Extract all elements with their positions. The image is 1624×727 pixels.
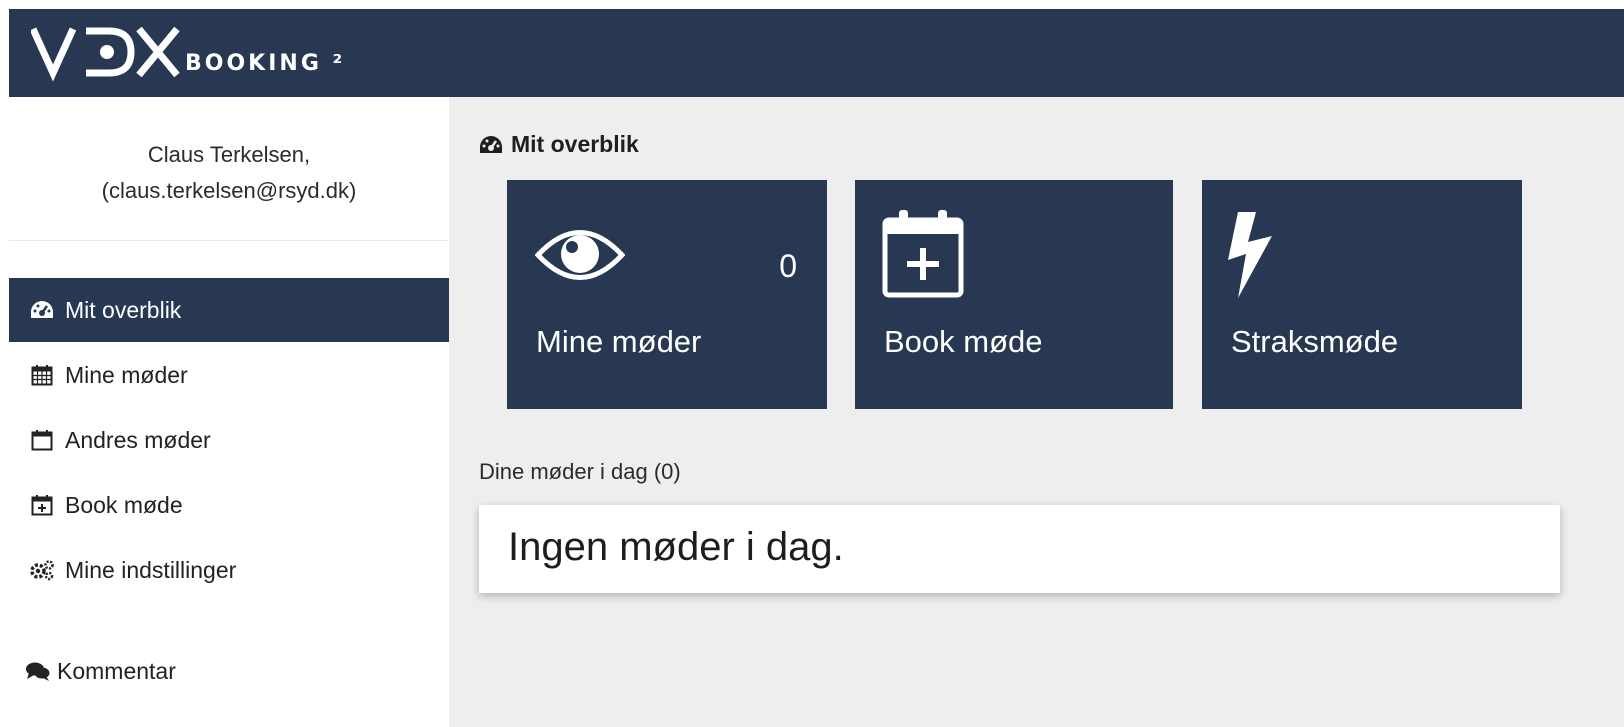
tile-mine-moder[interactable]: 0 Mine møder: [507, 180, 827, 409]
app-window: BOOKING ² Claus Terkelsen, (claus.terkel…: [9, 9, 1624, 727]
sidebar-item-label: Andres møder: [65, 426, 211, 453]
comment-link[interactable]: Kommentar: [9, 639, 449, 703]
sidebar-item-label: Mine indstillinger: [65, 556, 237, 583]
today-meetings-panel: Ingen møder i dag.: [479, 505, 1560, 593]
today-meetings-label: Dine møder i dag (0): [479, 459, 681, 484]
sidebar-item-label: Book møde: [65, 491, 183, 518]
tile-label: Book møde: [884, 324, 1043, 359]
comment-label: Kommentar: [57, 657, 176, 684]
sidebar-item-mit-overblik[interactable]: Mit overblik: [9, 278, 449, 342]
no-meetings-text: Ingen møder i dag.: [508, 525, 844, 569]
sidebar-item-label: Mine møder: [65, 361, 188, 388]
tile-book-mode[interactable]: Book møde: [855, 180, 1173, 409]
logo-subtitle: BOOKING ²: [185, 51, 346, 76]
tile-straksmode[interactable]: Straksmøde: [1202, 180, 1522, 409]
sidebar: Claus Terkelsen, (claus.terkelsen@rsyd.d…: [9, 97, 449, 727]
eye-icon: [535, 230, 625, 280]
vdx-logo[interactable]: [31, 23, 191, 83]
top-bar: BOOKING ²: [9, 9, 1624, 97]
calendar-plus-icon: [882, 210, 964, 298]
user-email: (claus.terkelsen@rsyd.dk): [101, 178, 357, 203]
comments-icon: [25, 659, 51, 683]
calendar-plus-icon: [29, 493, 55, 517]
bolt-icon: [1228, 212, 1272, 298]
main-content: Mit overblik 0 Mine møder Book møde Stra…: [449, 97, 1624, 727]
user-info: Claus Terkelsen, (claus.terkelsen@rsyd.d…: [9, 137, 449, 209]
sidebar-item-andres-moder[interactable]: Andres møder: [9, 408, 449, 472]
sidebar-item-book-mode[interactable]: Book møde: [9, 473, 449, 537]
tile-label: Straksmøde: [1231, 324, 1399, 359]
sidebar-item-mine-moder[interactable]: Mine møder: [9, 343, 449, 407]
page-title: Mit overblik: [479, 131, 639, 158]
user-name: Claus Terkelsen,: [147, 142, 311, 167]
tile-label: Mine møder: [536, 324, 702, 359]
calendar-icon: [29, 428, 55, 452]
dashboard-icon: [479, 135, 503, 155]
calendar-grid-icon: [29, 363, 55, 387]
sidebar-divider: [9, 240, 449, 241]
meeting-count: 0: [779, 248, 797, 284]
dashboard-icon: [29, 298, 55, 322]
sidebar-item-label: Mit overblik: [65, 296, 182, 323]
gears-icon: [29, 558, 55, 582]
sidebar-item-mine-indstillinger[interactable]: Mine indstillinger: [9, 538, 449, 602]
section-title-text: Mit overblik: [511, 131, 639, 157]
